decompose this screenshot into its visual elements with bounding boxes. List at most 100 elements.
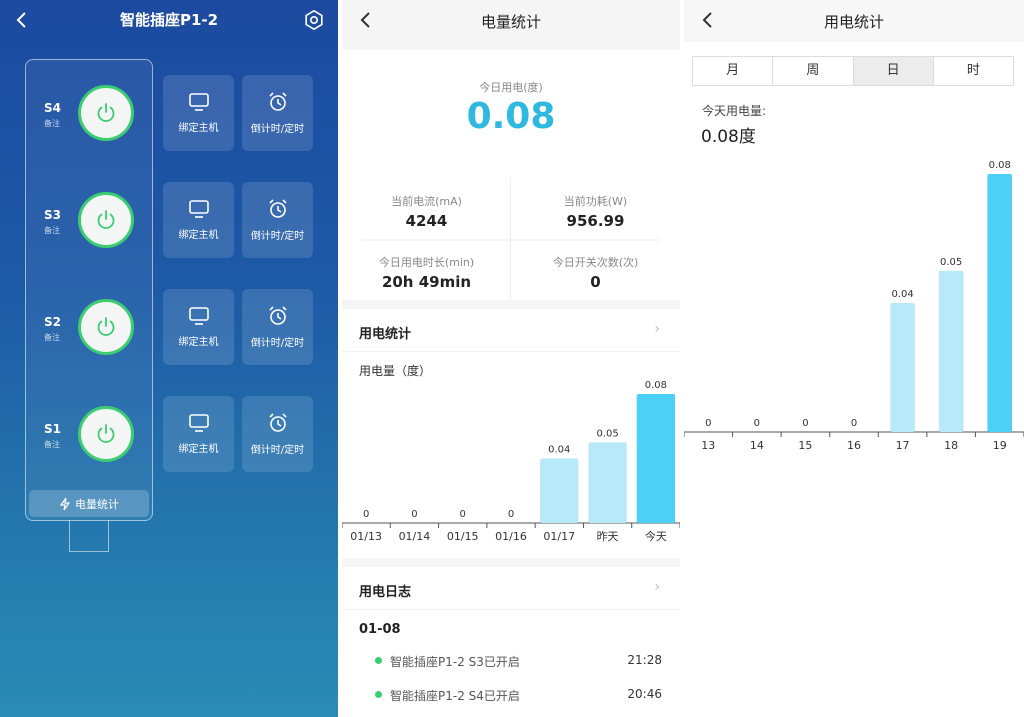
bar-value-label: 0	[705, 418, 711, 429]
socket-note: 备注	[44, 333, 60, 342]
power-icon	[97, 317, 115, 336]
usage-log-row[interactable]: 用电日志 ›	[342, 567, 680, 609]
divider	[342, 609, 680, 610]
monitor-icon	[188, 414, 209, 432]
x-tick-label: 01/16	[495, 530, 527, 543]
page-title: 电量统计	[480, 13, 541, 31]
timer-label: 倒计时/定时	[250, 231, 305, 242]
page-title: 智能插座P1-2	[119, 11, 219, 29]
current-stat: 当前电流(mA) 4244	[342, 193, 511, 230]
log-status-dot	[375, 657, 382, 664]
power-stats-button[interactable]: 电量统计	[29, 490, 149, 517]
header: 用电统计	[684, 0, 1024, 42]
x-tick-label: 19	[993, 439, 1007, 452]
tab-week[interactable]: 周	[773, 57, 854, 85]
x-tick-label: 16	[847, 439, 861, 452]
timer-label: 倒计时/定时	[250, 445, 305, 456]
x-tick-label: 今天	[645, 529, 667, 543]
today-usage-value: 0.08	[466, 96, 556, 137]
power-toggle-button[interactable]	[78, 85, 134, 141]
bind-host-label: 绑定主机	[178, 444, 219, 455]
power-toggle-button[interactable]	[78, 406, 134, 462]
x-tick-label: 13	[701, 439, 715, 452]
period-tabs: 月 周 日 时	[692, 56, 1014, 86]
timer-label: 倒计时/定时	[250, 124, 305, 135]
log-entry-text: 智能插座P1-2 S4已开启	[390, 689, 520, 703]
bind-host-label: 绑定主机	[178, 123, 219, 134]
bar	[890, 303, 915, 432]
x-tick-label: 01/15	[447, 530, 479, 543]
bind-host-button[interactable]: 绑定主机	[163, 396, 234, 472]
stat-value: 956.99	[566, 212, 625, 230]
bar-value-label: 0.08	[989, 160, 1011, 171]
divider	[342, 351, 680, 352]
x-tick-label: 15	[798, 439, 812, 452]
tab-hour[interactable]: 时	[934, 57, 1013, 85]
timer-button[interactable]: 倒计时/定时	[242, 396, 313, 472]
usage-log-card: 用电日志 › 01-08 智能插座P1-2 S3已开启 21:28 智能插座P1…	[342, 567, 680, 717]
header: 电量统计	[342, 0, 680, 50]
socket-name: S4	[44, 101, 61, 115]
bind-host-button[interactable]: 绑定主机	[163, 289, 234, 365]
bar-value-label: 0.04	[891, 289, 913, 300]
monitor-icon	[188, 200, 209, 218]
usage-stats-title: 用电统计	[359, 327, 412, 342]
today-usage-caption: 今日用电(度)	[479, 81, 543, 94]
timer-button[interactable]: 倒计时/定时	[242, 182, 313, 258]
page-title: 用电统计	[823, 13, 884, 31]
alarm-clock-icon	[268, 306, 287, 325]
x-tick-label: 01/14	[399, 530, 431, 543]
tab-day[interactable]: 日	[853, 57, 934, 85]
chevron-right-icon: ›	[654, 579, 660, 595]
bar-value-label: 0	[460, 509, 466, 520]
gear-icon[interactable]	[303, 9, 325, 31]
bind-host-button[interactable]: 绑定主机	[163, 182, 234, 258]
timer-button[interactable]: 倒计时/定时	[242, 75, 313, 151]
timer-label: 倒计时/定时	[250, 338, 305, 349]
bar	[938, 270, 964, 432]
lightning-icon	[59, 497, 71, 510]
x-tick-label: 14	[750, 439, 764, 452]
x-tick-label: 昨天	[597, 530, 619, 543]
bar-value-label: 0.04	[548, 445, 570, 456]
stat-value: 20h 49min	[381, 273, 472, 291]
bar-value-label: 0.05	[940, 257, 962, 268]
bar-value-label: 0	[411, 509, 417, 520]
timer-button[interactable]: 倒计时/定时	[242, 289, 313, 365]
power-icon	[97, 210, 115, 229]
power-toggle-button[interactable]	[78, 192, 134, 248]
bar-value-label: 0	[363, 509, 369, 520]
bar	[636, 394, 675, 523]
bar-value-label: 0.08	[645, 380, 667, 391]
log-date: 01-08	[359, 622, 401, 637]
socket-note: 备注	[44, 440, 60, 449]
x-tick-label: 18	[944, 439, 958, 452]
today-usage-label: 今天用电量:	[702, 104, 767, 118]
tab-month[interactable]: 月	[693, 57, 774, 85]
monitor-icon	[188, 307, 209, 325]
power-stat: 当前功耗(W) 956.99	[511, 193, 680, 230]
bar	[588, 442, 627, 523]
bar-value-label: 0	[851, 418, 857, 429]
bar	[987, 174, 1012, 432]
power-icon	[97, 103, 115, 122]
power-toggle-button[interactable]	[78, 299, 134, 355]
stat-value: 4244	[405, 212, 448, 230]
hourly-usage-chart: 0 13 0 14 0 15 0 16 0.04 17 0.05 18 0.08 19	[684, 160, 1024, 452]
usage-stats-row[interactable]: 用电统计 ›	[342, 309, 680, 351]
bar-value-label: 0	[802, 418, 808, 429]
x-tick-label: 01/17	[543, 530, 575, 543]
log-entry-text: 智能插座P1-2 S3已开启	[390, 655, 520, 669]
alarm-clock-icon	[268, 199, 287, 218]
stat-value: 0	[590, 273, 601, 291]
bind-host-button[interactable]: 绑定主机	[163, 75, 234, 151]
bar-value-label: 0	[754, 418, 760, 429]
socket-note: 备注	[44, 119, 60, 128]
power-icon	[97, 424, 115, 443]
usage-detail-panel: 用电统计 月 周 日 时 今天用电量: 0.08度 0 13 0 14 0 15 0 16 0.…	[684, 0, 1024, 717]
duration-stat: 今日用电时长(min) 20h 49min	[342, 254, 511, 291]
stat-label: 当前电流(mA)	[391, 195, 462, 208]
power-stats-label: 电量统计	[75, 497, 119, 511]
socket-name: S1	[44, 422, 61, 436]
socket-note: 备注	[44, 226, 60, 235]
